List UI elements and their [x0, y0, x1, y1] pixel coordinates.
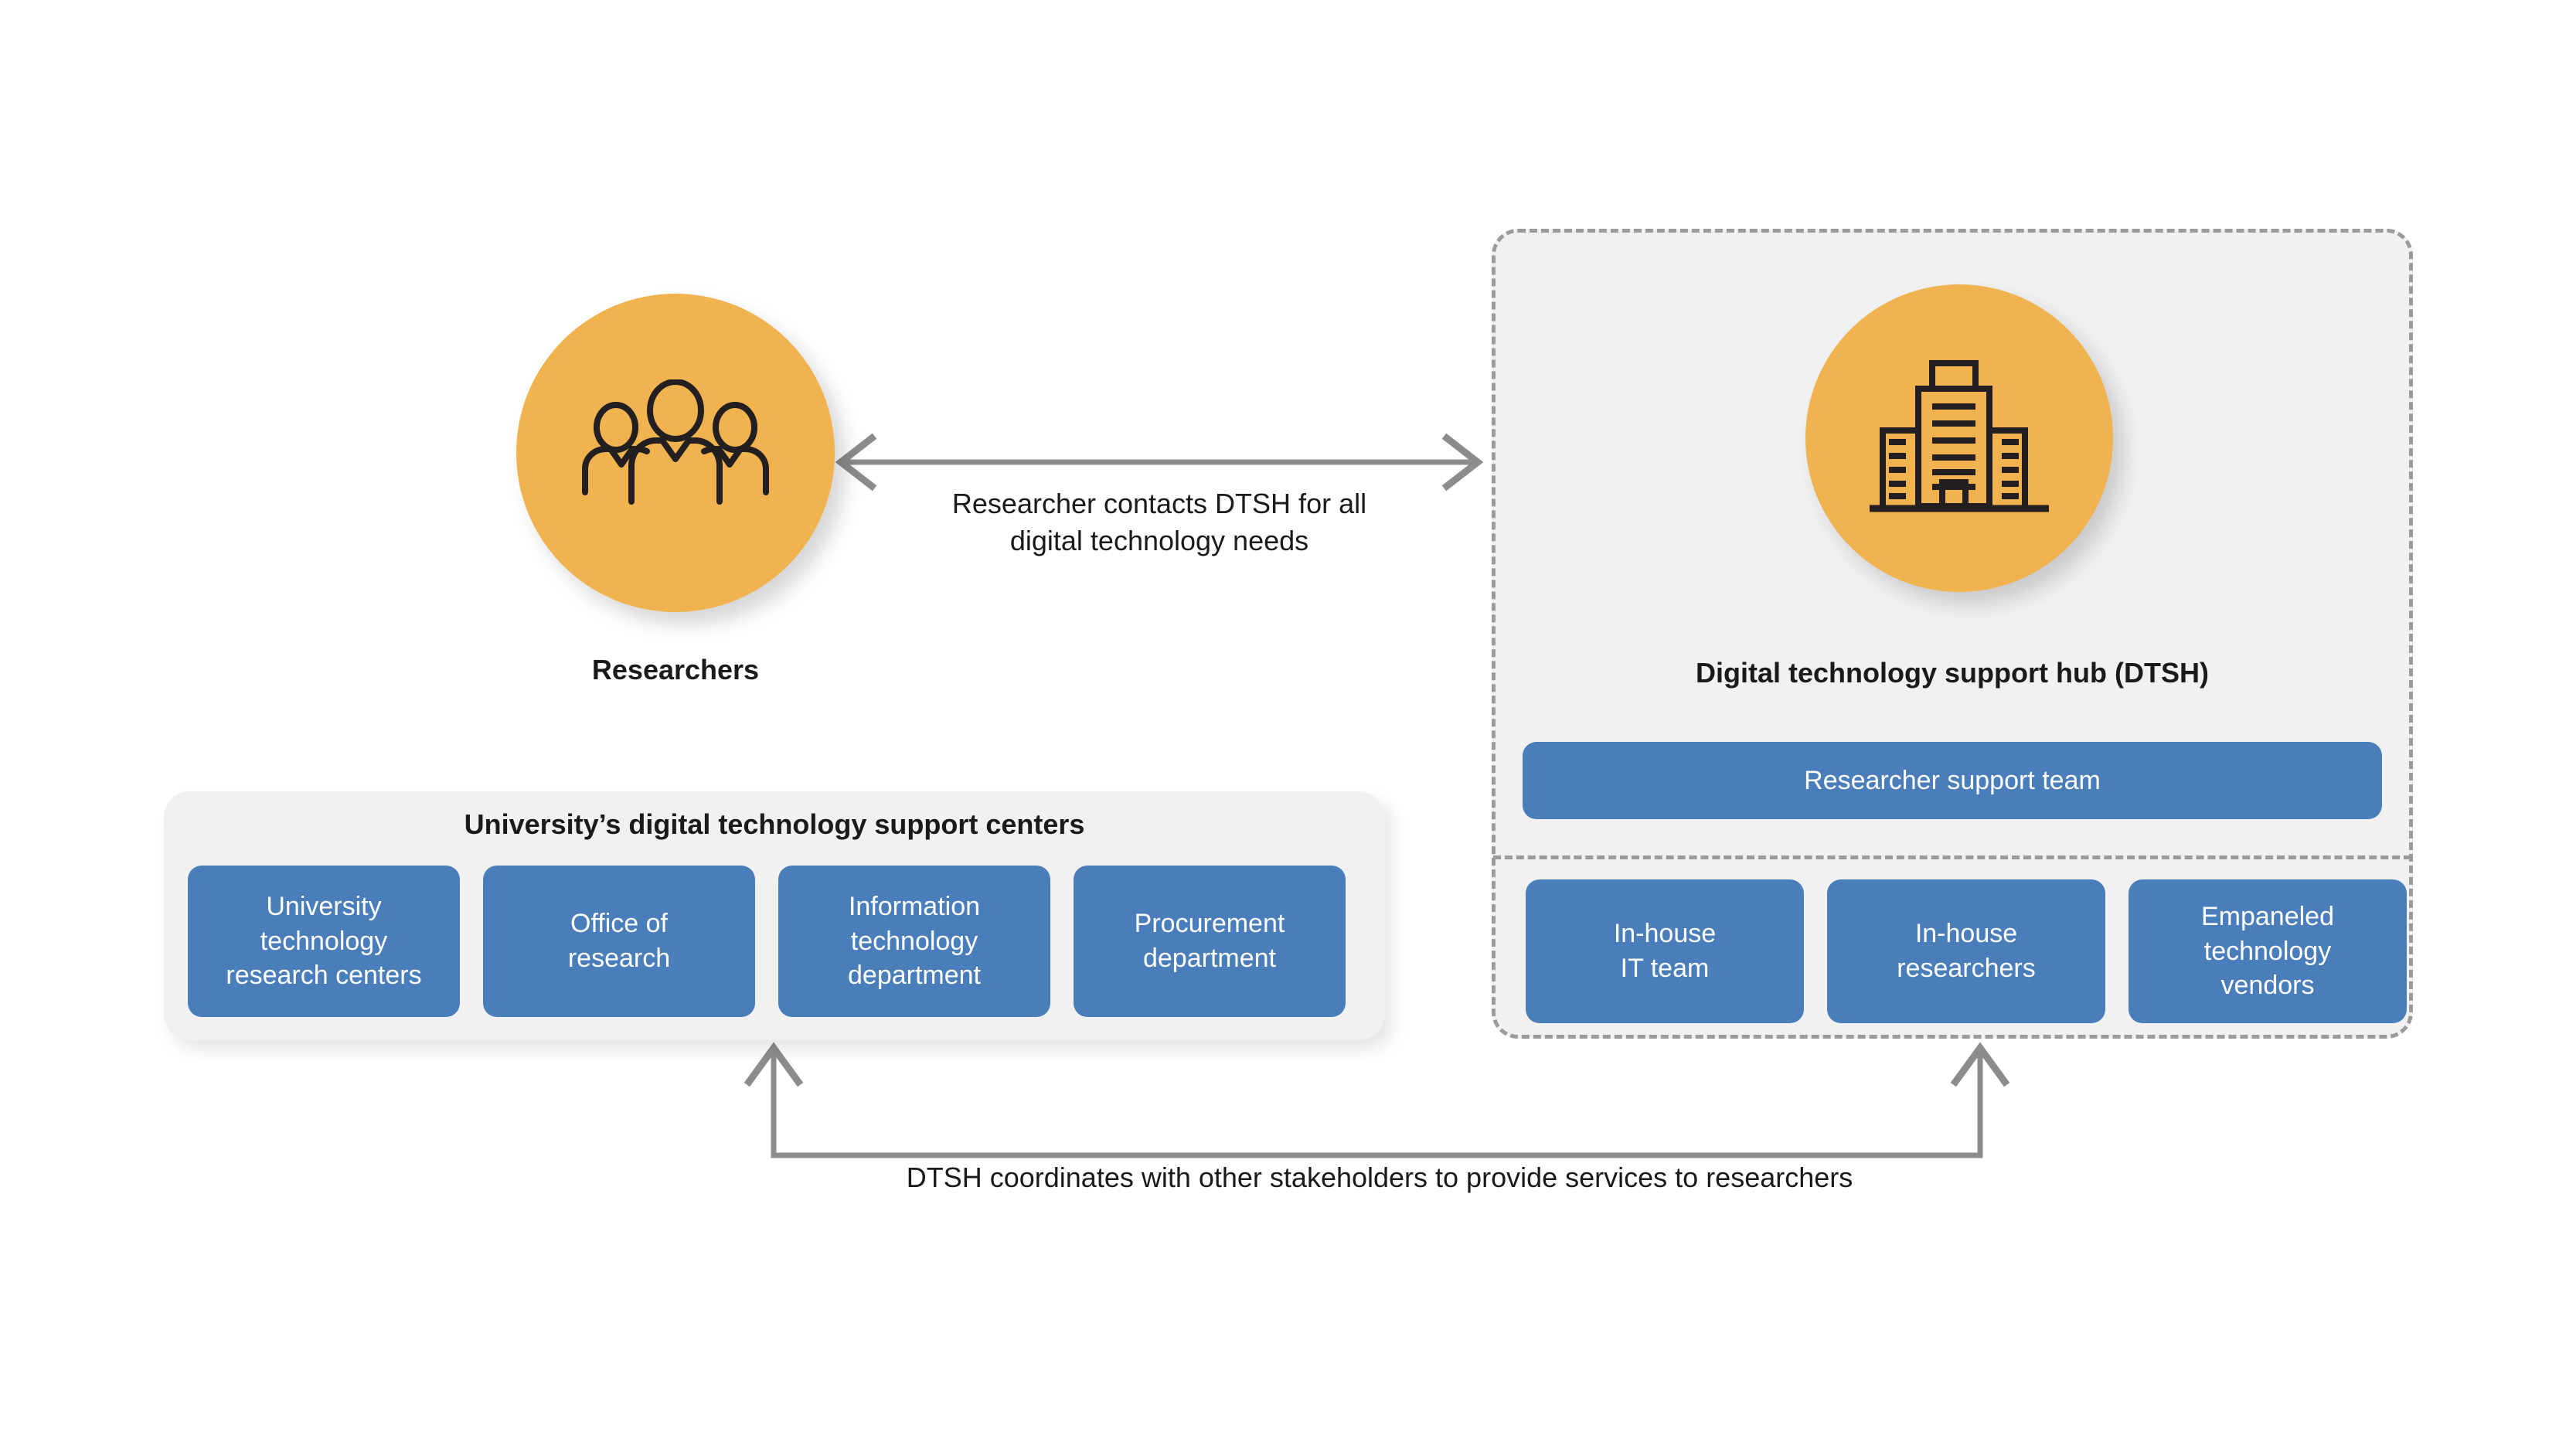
dtsh-resource-empaneled-technology-vendors[interactable]: Empaneled technology vendors	[2129, 879, 2407, 1023]
researcher-support-team-box[interactable]: Researcher support team	[1523, 742, 2382, 819]
three-people-icon	[582, 379, 769, 505]
dtsh-inner-divider	[1493, 855, 2411, 859]
diagram-canvas: Researchers Digital technology support h…	[0, 0, 2576, 1449]
dtsh-circle	[1805, 284, 2113, 592]
bottom-connector-arrow	[744, 1042, 2010, 1158]
dtsh-resource-in-house-researchers[interactable]: In-house researchers	[1827, 879, 2105, 1023]
researchers-label: Researchers	[591, 654, 760, 685]
support-center-office-of-research[interactable]: Office of research	[483, 866, 755, 1017]
support-center-information-technology-department[interactable]: Information technology department	[778, 866, 1050, 1017]
top-connector-arrow	[835, 433, 1484, 492]
office-building-icon	[1870, 359, 2049, 512]
support-center-procurement-department[interactable]: Procurement department	[1074, 866, 1346, 1017]
support-centers-title: University’s digital technology support …	[464, 808, 1085, 840]
dtsh-title: Digital technology support hub (DTSH)	[1696, 657, 2209, 689]
dtsh-resource-in-house-it-team[interactable]: In-house IT team	[1526, 879, 1804, 1023]
support-center-university-technology-research-centers[interactable]: University technology research centers	[188, 866, 460, 1017]
bottom-connector-label: DTSH coordinates with other stakeholders…	[906, 1162, 1853, 1193]
top-connector-label: Researcher contacts DTSH for all digital…	[951, 488, 1367, 556]
researchers-circle	[516, 294, 835, 612]
